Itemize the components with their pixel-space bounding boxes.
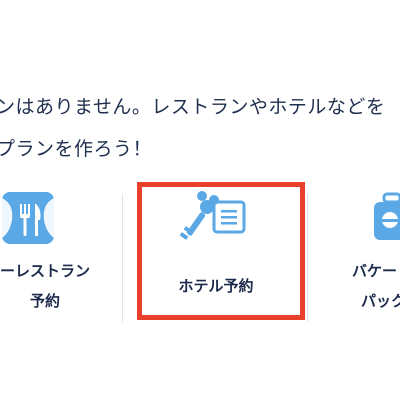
selection-highlight (137, 182, 305, 320)
restaurant-label-line-2: 予約 (29, 292, 60, 310)
restaurant-reservation-card[interactable]: ーレストラン 予約 (0, 190, 130, 320)
message-line-1: ンはありません。レストランやホテルなどを (0, 96, 386, 118)
card-divider (122, 194, 123, 322)
restaurant-label-line-1: ーレストラン (0, 262, 90, 280)
restaurant-icon (2, 192, 54, 244)
vacation-label-line-2: パック (361, 292, 400, 310)
vacation-label-line-1: バケー (352, 262, 398, 280)
message-line-2: プランを作ろう！ (0, 138, 153, 160)
vacation-package-card[interactable]: バケー パック (330, 190, 400, 320)
suitcase-icon (374, 192, 400, 240)
card-divider (307, 194, 308, 322)
